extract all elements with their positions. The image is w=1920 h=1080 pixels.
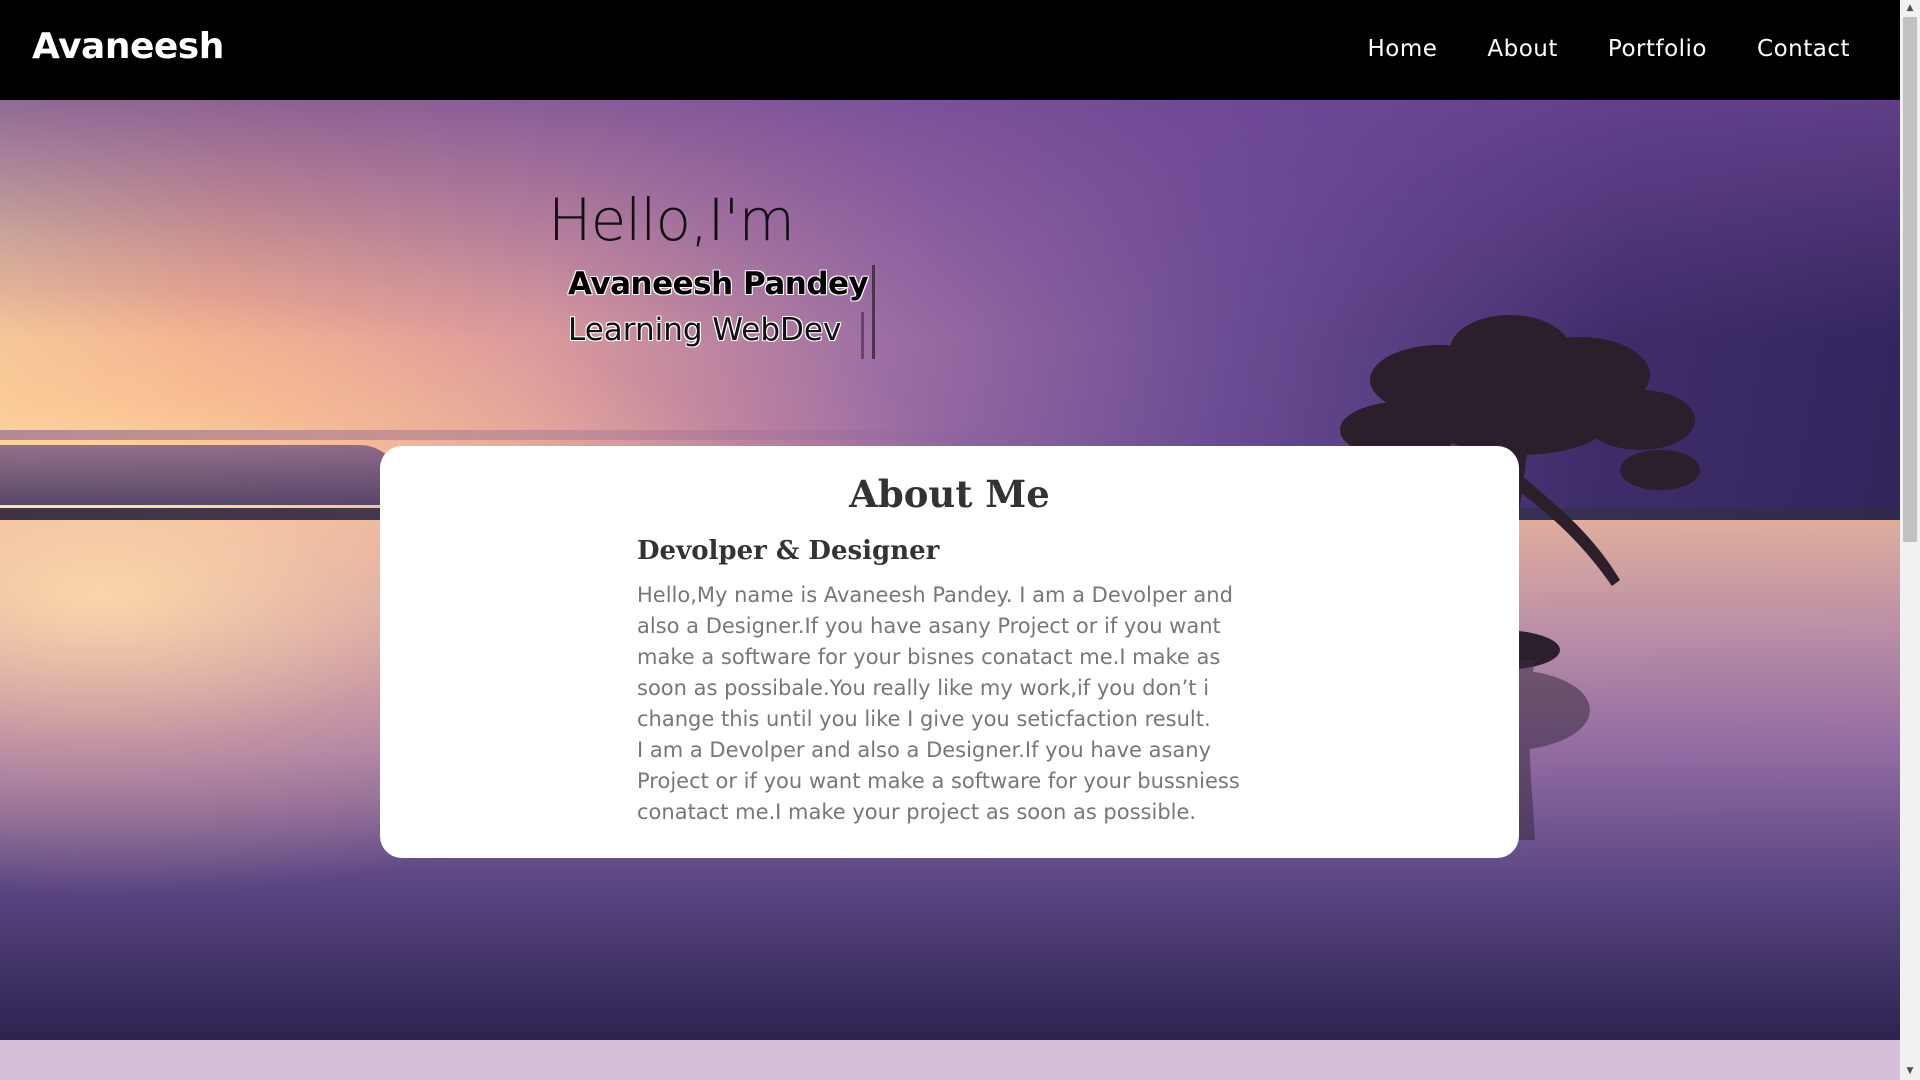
about-card: About Me Devolper & Designer Hello,My na…	[380, 446, 1519, 858]
typing-cursor	[872, 265, 875, 359]
nav-about-link[interactable]: About	[1487, 36, 1558, 62]
page: Hello,I'm Avaneesh Pandey Learning WebDe…	[0, 0, 1900, 1080]
scrollbar-thumb[interactable]	[1903, 17, 1917, 542]
nav-portfolio-link[interactable]: Portfolio	[1608, 36, 1707, 62]
typed-text-block: Avaneesh Pandey Learning WebDev	[568, 262, 869, 354]
about-paragraph-1: Hello,My name is Avaneesh Pandey. I am a…	[637, 583, 1233, 731]
hero-greeting: Hello,I'm	[548, 186, 795, 254]
typed-name: Avaneesh Pandey	[568, 266, 869, 302]
nav-home-link[interactable]: Home	[1367, 36, 1437, 62]
brand-logo[interactable]: Avaneesh	[32, 26, 224, 67]
main-nav: Home About Portfolio Contact	[1367, 36, 1850, 62]
next-section-band	[0, 1040, 1900, 1080]
about-text: Hello,My name is Avaneesh Pandey. I am a…	[637, 580, 1267, 828]
scroll-down-arrow-icon[interactable]: ▼	[1900, 1063, 1920, 1080]
about-subtitle: Devolper & Designer	[637, 536, 940, 566]
cloud-bank	[0, 445, 400, 505]
about-title: About Me	[849, 472, 1050, 516]
about-paragraph-2: I am a Devolper and also a Designer.If y…	[637, 738, 1240, 824]
typed-subtitle: Learning WebDev	[568, 312, 842, 348]
vertical-scrollbar[interactable]: ▲ ▼	[1900, 0, 1920, 1080]
nav-contact-link[interactable]: Contact	[1757, 36, 1850, 62]
typing-cursor-secondary	[861, 312, 864, 359]
scroll-up-arrow-icon[interactable]: ▲	[1900, 0, 1920, 17]
top-navbar: Avaneesh Home About Portfolio Contact	[0, 0, 1900, 100]
